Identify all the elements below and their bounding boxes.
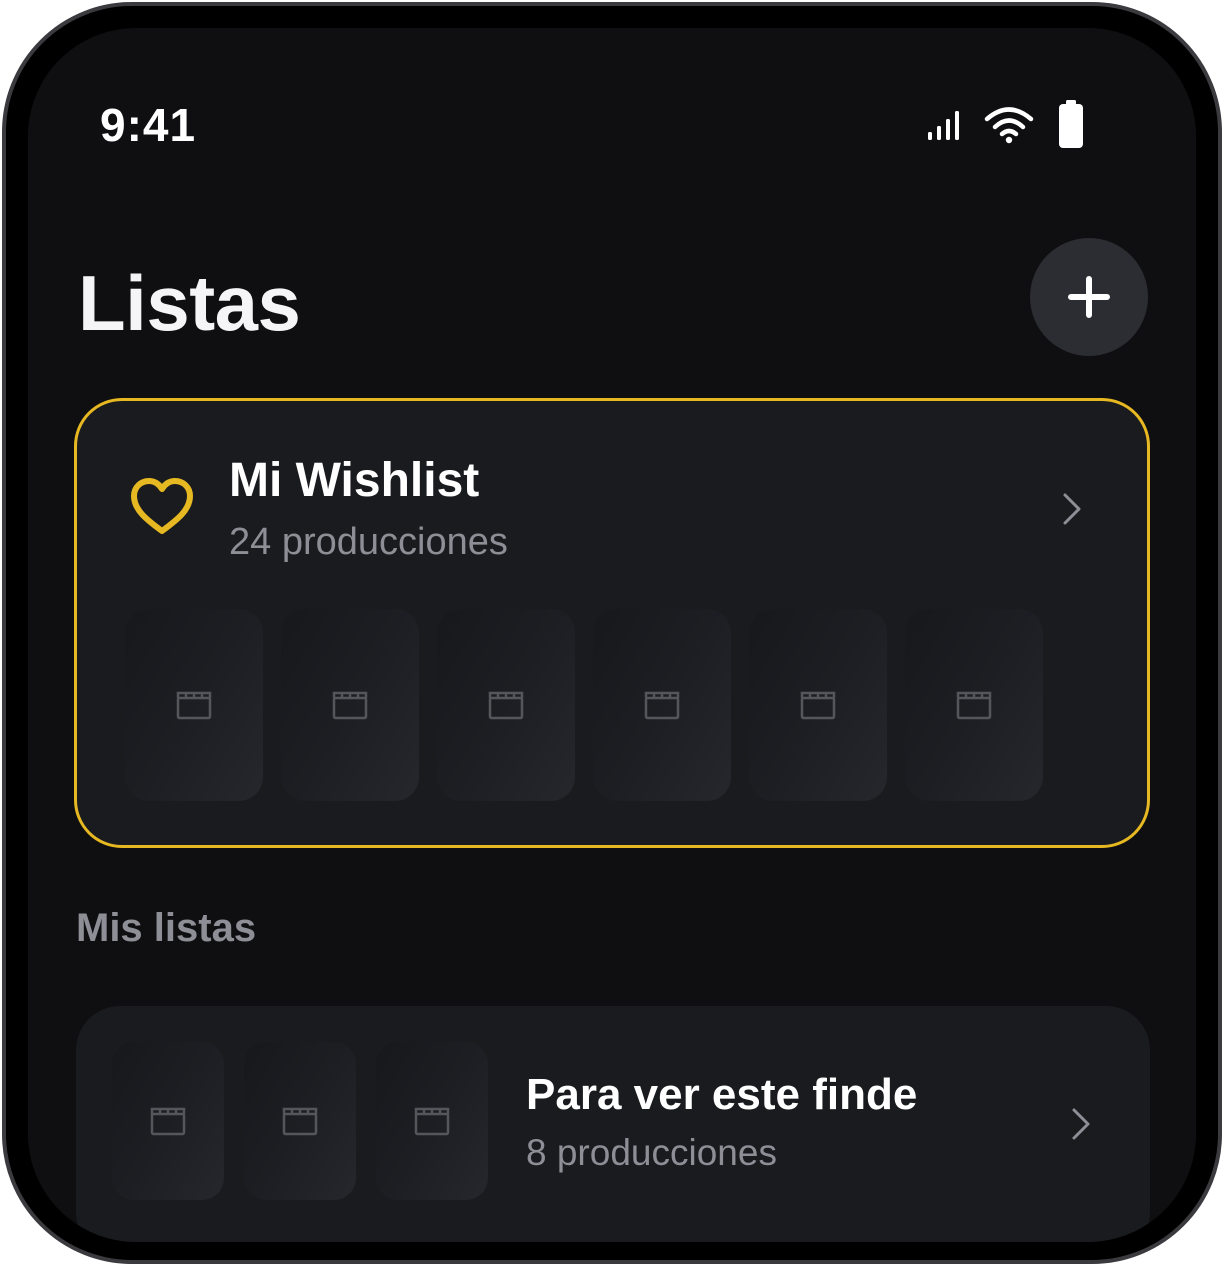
chevron-right-icon: [1063, 493, 1081, 525]
poster-placeholder: [593, 609, 731, 801]
section-title-my-lists: Mis listas: [76, 906, 257, 950]
wishlist-title: Mi Wishlist: [229, 454, 480, 507]
poster-placeholder: [244, 1042, 356, 1200]
add-list-button[interactable]: [1030, 238, 1148, 356]
cellular-signal-icon: [928, 111, 959, 140]
list-title: Para ver este finde: [526, 1070, 918, 1119]
list-posters: [112, 1042, 488, 1200]
list-count: 8 producciones: [526, 1132, 777, 1173]
poster-placeholder: [281, 609, 419, 801]
clapperboard-icon: [150, 1107, 186, 1136]
status-icons: [926, 100, 1084, 150]
wishlist-posters: [125, 609, 1043, 801]
clapperboard-icon: [800, 691, 836, 720]
clapperboard-icon: [176, 691, 212, 720]
battery-icon: [1059, 100, 1083, 148]
list-card[interactable]: Para ver este finde 8 producciones: [76, 1006, 1150, 1242]
poster-placeholder: [437, 609, 575, 801]
clapperboard-icon: [332, 691, 368, 720]
device-frame: 9:41 Listas Mi Wishlist 24 producciones …: [2, 2, 1222, 1264]
chevron-right-icon: [1072, 1108, 1090, 1140]
wifi-icon: [984, 107, 1034, 144]
heart-icon: [131, 478, 193, 534]
plus-icon: [1068, 276, 1110, 318]
poster-placeholder: [905, 609, 1043, 801]
poster-placeholder: [376, 1042, 488, 1200]
app-screen: 9:41 Listas Mi Wishlist 24 producciones …: [28, 28, 1196, 1242]
page-title: Listas: [78, 259, 301, 347]
status-time: 9:41: [100, 99, 197, 151]
wishlist-count: 24 producciones: [229, 521, 508, 563]
wishlist-card[interactable]: Mi Wishlist 24 producciones: [74, 398, 1150, 848]
poster-placeholder: [749, 609, 887, 801]
clapperboard-icon: [488, 691, 524, 720]
clapperboard-icon: [644, 691, 680, 720]
clapperboard-icon: [956, 691, 992, 720]
poster-placeholder: [125, 609, 263, 801]
clapperboard-icon: [282, 1107, 318, 1136]
clapperboard-icon: [414, 1107, 450, 1136]
poster-placeholder: [112, 1042, 224, 1200]
